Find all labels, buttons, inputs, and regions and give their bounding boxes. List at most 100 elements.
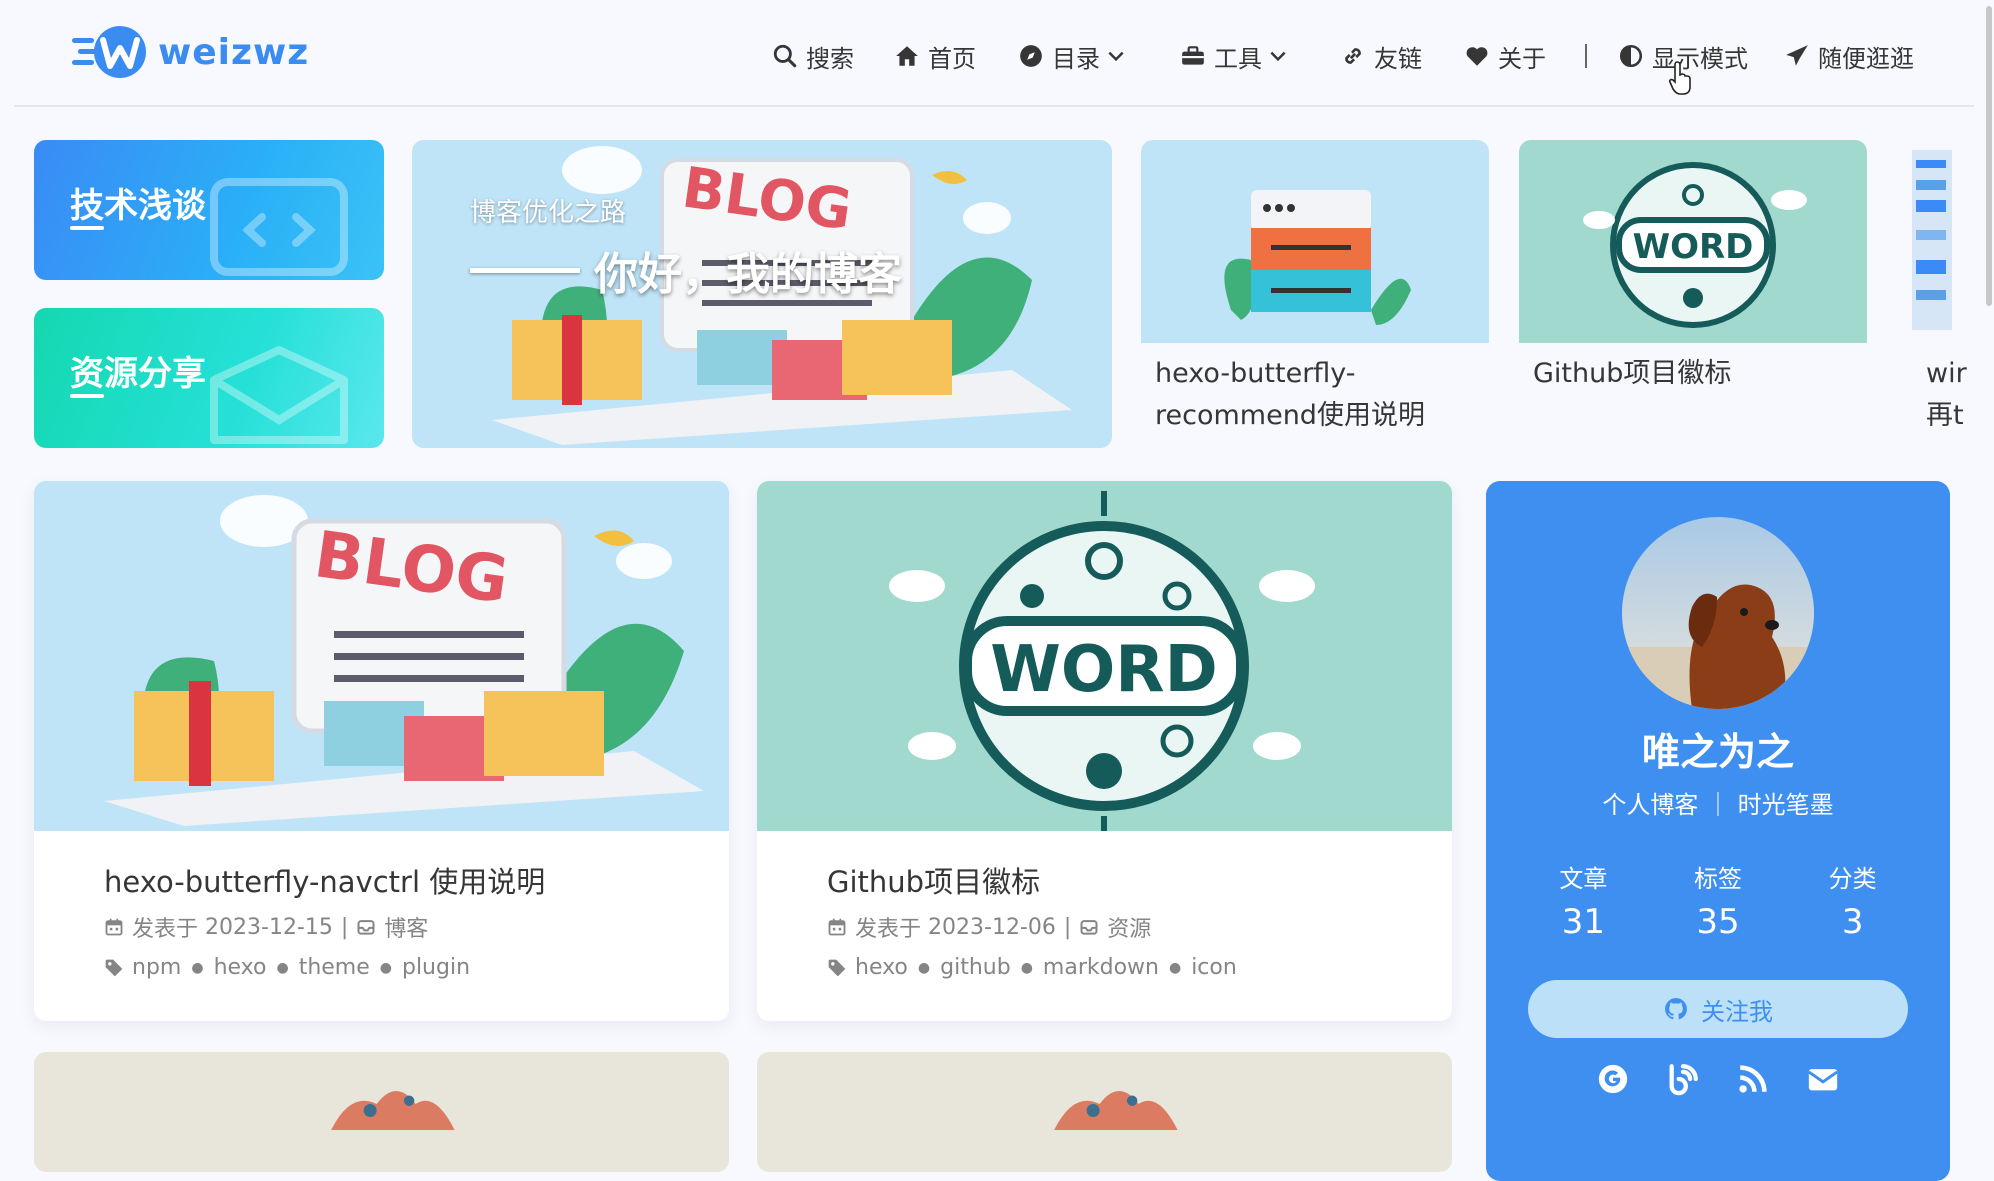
nav-random[interactable]: 随便逛逛 [1784,34,1914,78]
recommended-post-title: hexo-butterfly-recommend使用说明 [1155,358,1425,431]
post-tag[interactable]: hexo [214,955,267,980]
nav-friends-label: 友链 [1374,44,1422,73]
stat-label: 文章 [1559,865,1608,893]
chevron-down-icon [1270,51,1286,62]
recommended-post-title: wir再t [1926,358,1967,431]
tag-dot: ● [276,959,289,976]
recommended-post-card[interactable]: WORD Github项目徽标 [1519,140,1867,395]
nav-friends[interactable]: 友链 [1340,34,1422,78]
post-card[interactable] [34,1052,729,1172]
nav-about[interactable]: 关于 [1464,34,1546,78]
social-mail[interactable] [1805,1061,1841,1097]
tag-icon [105,959,123,976]
tag-dot: ● [1020,959,1033,976]
post-date-prefix: 发表于 [132,917,199,942]
contrast-icon [1619,44,1643,68]
nav-divider [1585,44,1587,68]
author-stats: 文章 31 标签 35 分类 3 [1486,859,1950,942]
post-date: 2023-12-06 [928,914,1056,940]
chevron-down-icon [1108,51,1124,62]
nav-catalog[interactable]: 目录 [1018,34,1126,78]
follow-me-button[interactable]: 关注我 [1528,980,1908,1038]
svg-text:WORD: WORD [990,633,1217,707]
recommended-post-card[interactable]: wir再t [1912,140,1994,437]
banner-title-text: 你好，我的博客 [594,249,902,300]
post-meta: 发表于 2023-12-06 | 资源 [827,911,1151,943]
post-title[interactable]: Github项目徽标 [827,859,1040,901]
category-card-resources[interactable]: 资源分享 [34,308,384,448]
post-tag[interactable]: plugin [402,955,470,980]
author-name: 唯之为之 [1641,730,1794,774]
post-date-prefix: 发表于 [855,917,922,942]
tag-dot: ● [1168,959,1182,976]
paper-plane-icon [1786,45,1808,66]
main-nav: 搜索 首页 目录 工具 友链 关于 显示模式 随便逛逛 [0,34,1994,78]
post-card[interactable]: BLOG hexo-butterfly-navctrl 使用说明 发表于 202… [34,481,729,1021]
rss-icon [1739,1065,1767,1093]
svg-text:WORD: WORD [1633,227,1754,267]
recommended-post-card[interactable]: hexo-butterfly-recommend使用说明 [1141,140,1489,437]
author-card: 唯之为之 个人博客 ｜ 时光笔墨 文章 31 标签 35 分类 3 关注我 [1486,481,1950,1181]
nav-home-label: 首页 [928,44,976,73]
post-card[interactable]: WORD Github项目徽标 发表于 2023-12-06 | 资源 hexo… [757,481,1452,1021]
nav-home[interactable]: 首页 [894,34,976,78]
post-date: 2023-12-15 [205,914,333,940]
post-tag[interactable]: theme [299,955,370,980]
post-tag[interactable]: icon [1191,955,1237,980]
mail-icon [1808,1069,1838,1091]
inbox-icon [357,920,375,935]
follow-me-label: 关注我 [1701,997,1773,1026]
stat-categories[interactable]: 分类 3 [1798,859,1908,942]
header-divider [14,105,1974,107]
post-title[interactable]: hexo-butterfly-navctrl 使用说明 [104,859,545,901]
stat-articles[interactable]: 文章 31 [1528,859,1638,942]
nav-display-mode-label: 显示模式 [1652,44,1748,73]
social-blog[interactable] [1665,1061,1701,1097]
post-cover-image: BLOG [34,481,729,831]
tag-dot: ● [917,959,931,976]
nav-search-label: 搜索 [806,44,854,73]
nav-search[interactable]: 搜索 [772,34,854,78]
social-rss[interactable] [1735,1061,1771,1097]
tag-dot: ● [191,959,204,976]
recommended-post-title: Github项目徽标 [1533,358,1732,389]
nav-random-label: 随便逛逛 [1818,44,1914,73]
banner-kicker: 博客优化之路 [470,198,627,228]
post-tag[interactable]: markdown [1043,955,1159,980]
stat-value: 31 [1561,902,1605,942]
category-title: 技术浅谈 [70,186,206,226]
category-title: 资源分享 [70,354,206,394]
avatar[interactable] [1622,517,1814,709]
home-icon [896,46,918,66]
post-cover-image: WORD [1519,140,1867,343]
nav-about-label: 关于 [1498,44,1546,73]
post-tags: npm ● hexo ● theme ● plugin [104,955,470,980]
post-cover-image [155,1052,608,1130]
link-icon [1345,48,1361,64]
post-tag[interactable]: github [940,955,1011,980]
site-header: weizwz 搜索 首页 目录 工具 友链 关于 显示模式 随便逛逛 [0,0,1994,107]
featured-post-banner[interactable]: BLOG 博客优化之路 你好，我的博客 [412,140,1112,448]
stat-value: 3 [1841,902,1864,942]
blog-icon [1669,1064,1698,1096]
stat-tags[interactable]: 标签 35 [1663,859,1773,942]
social-google[interactable] [1595,1061,1631,1097]
post-meta: 发表于 2023-12-15 | 博客 [104,911,428,943]
post-category[interactable]: 资源 [1107,911,1151,943]
calendar-icon [828,918,846,936]
meta-separator: | [340,914,349,940]
post-card[interactable] [757,1052,1452,1172]
nav-tools[interactable]: 工具 [1180,34,1288,78]
post-tag[interactable]: npm [132,955,181,980]
category-underline [70,226,104,230]
scrollbar-thumb[interactable] [1986,6,1992,306]
post-category[interactable]: 博客 [384,911,428,943]
banner-dash [470,267,580,273]
mouse-pointer-icon [1668,61,1691,95]
post-tag[interactable]: hexo [855,955,908,980]
google-icon [1598,1064,1628,1094]
category-card-tech[interactable]: 技术浅谈 [34,140,384,280]
post-cover-image [1141,140,1489,343]
nav-catalog-label: 目录 [1052,44,1100,73]
search-icon [773,44,797,68]
